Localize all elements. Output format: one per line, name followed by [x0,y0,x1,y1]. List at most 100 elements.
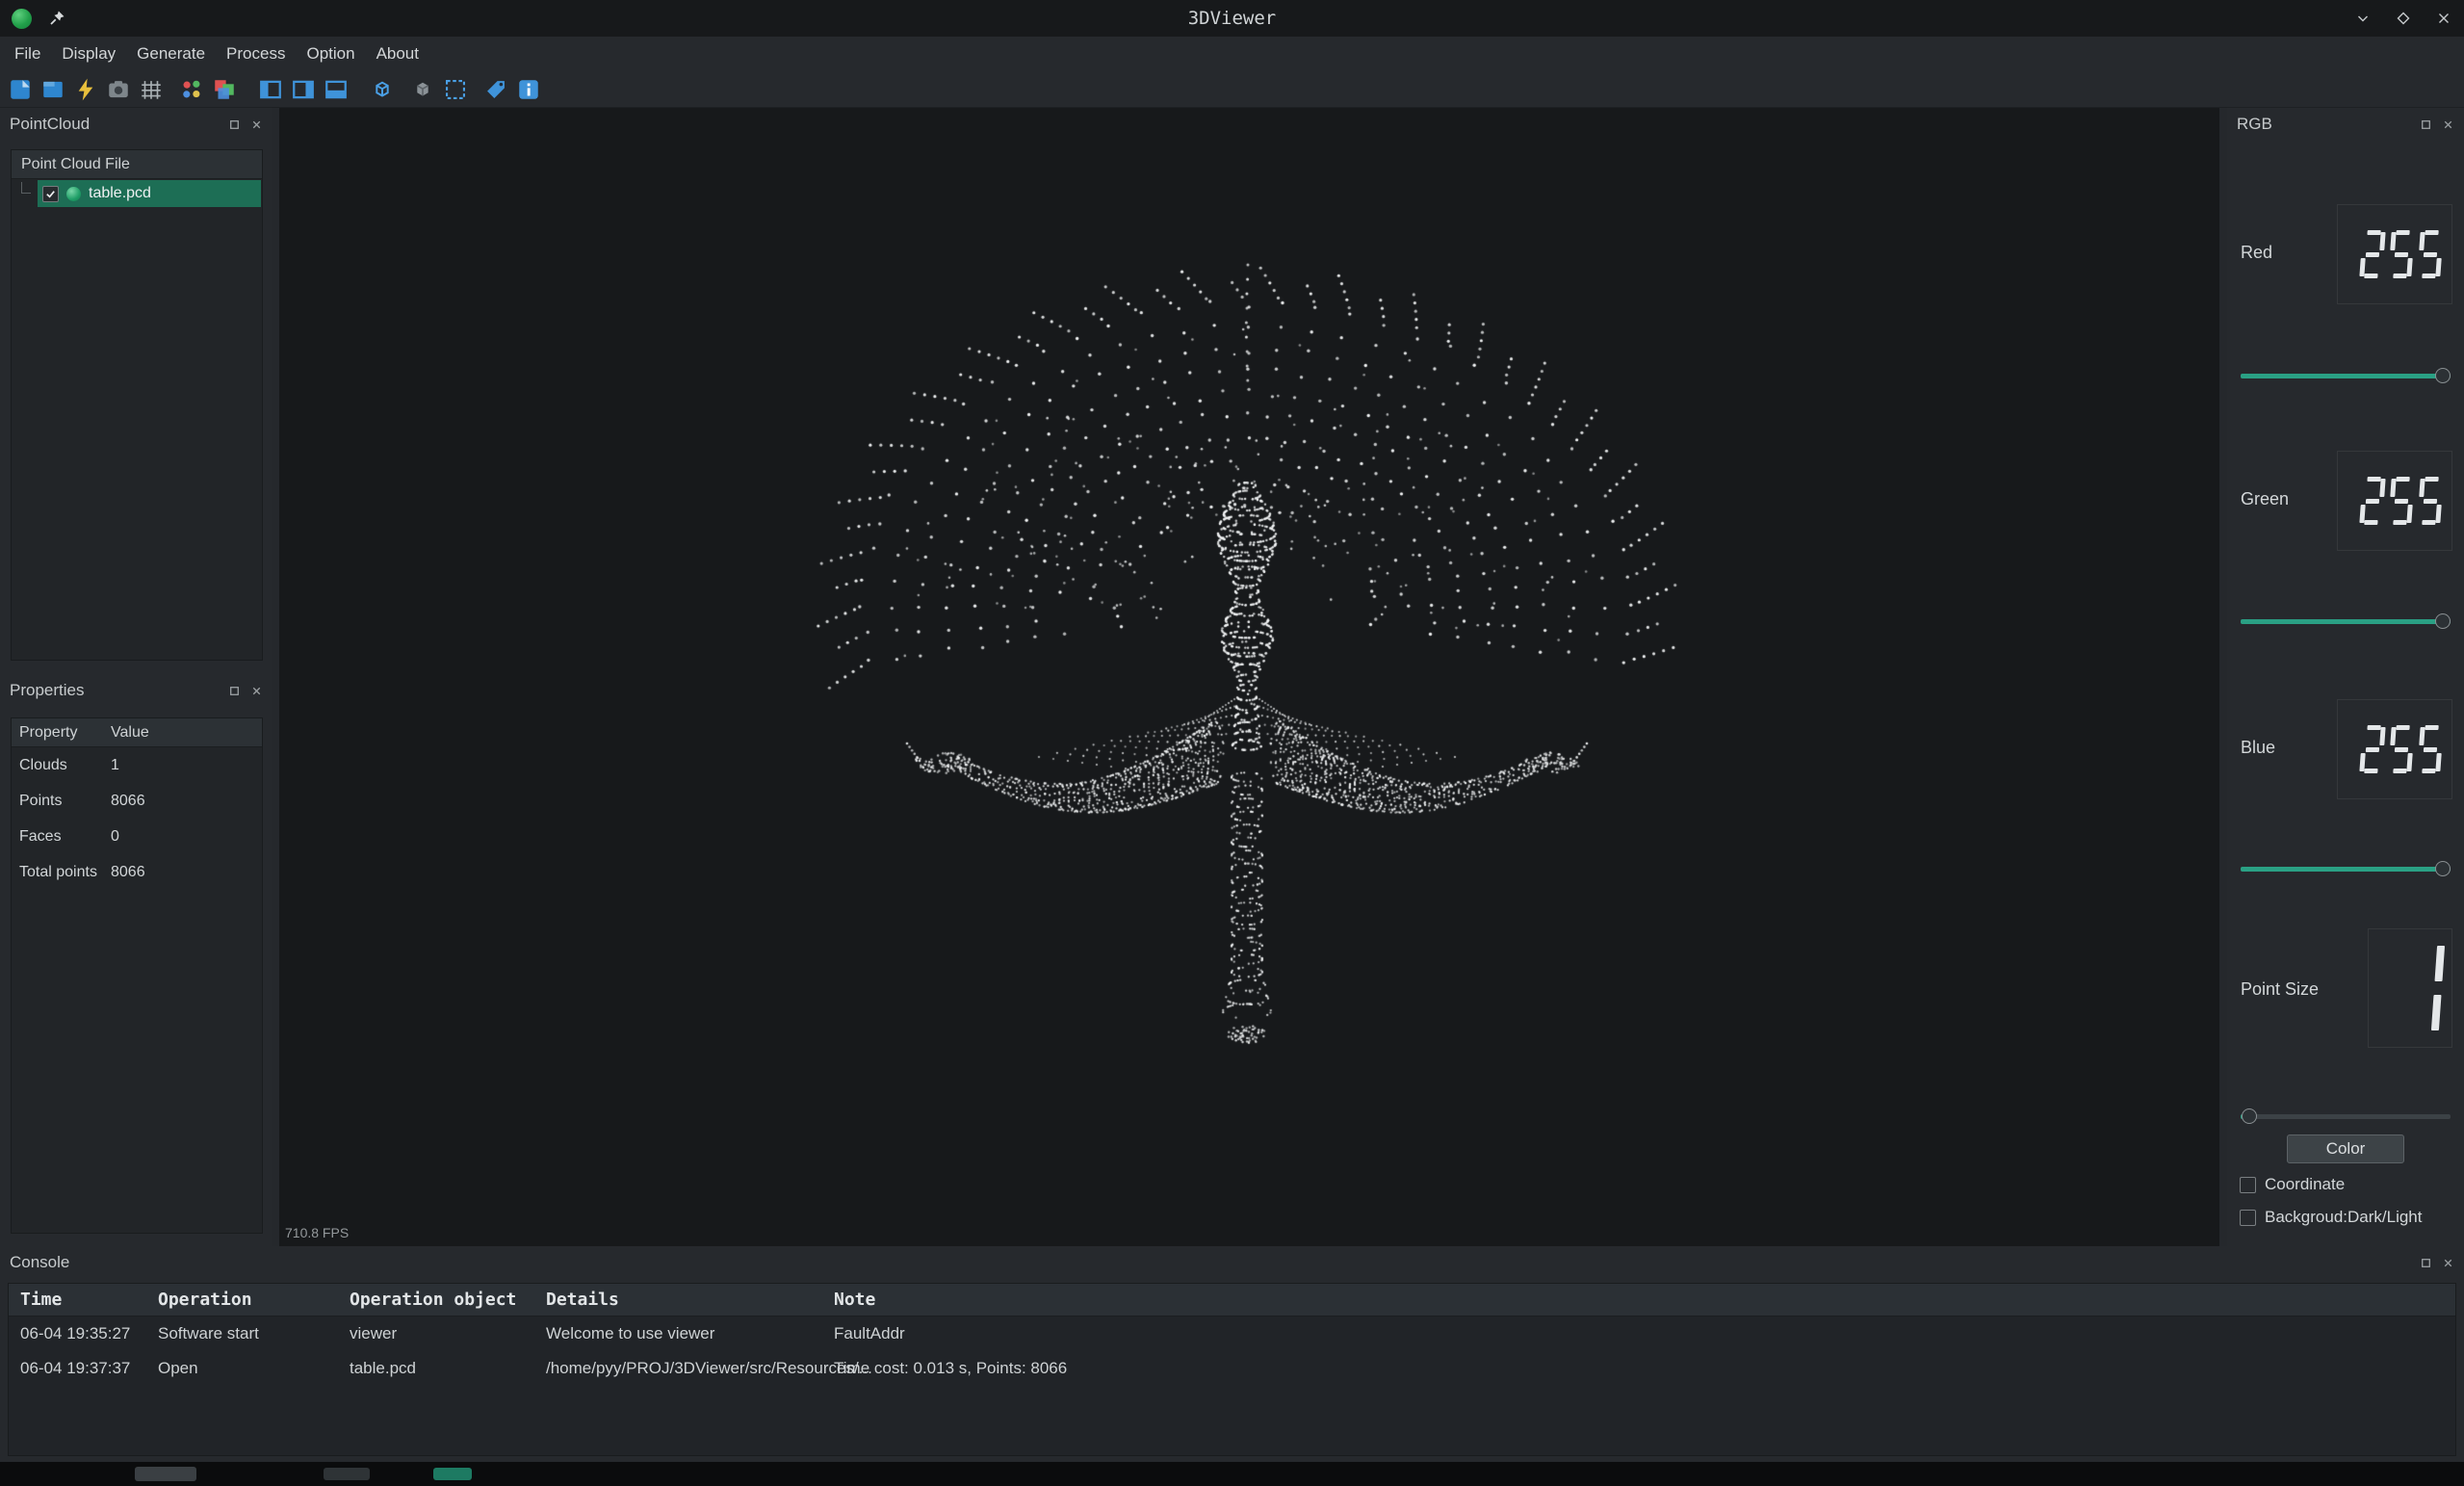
green-slider[interactable] [2241,613,2451,630]
console-row-1[interactable]: 06-04 19:35:27 Software start viewer Wel… [9,1317,2455,1351]
background-checkbox-row[interactable]: Backgroud:Dark/Light [2240,1206,2422,1229]
color-button[interactable]: Color [2287,1134,2404,1163]
palette-icon [212,77,237,102]
console-cell-note: Time cost: 0.013 s, Points: 8066 [834,1359,2455,1378]
console-column-time[interactable]: Time [20,1290,158,1310]
close-panel-icon[interactable] [2442,118,2454,131]
open-file-button[interactable] [39,75,67,104]
menu-generate[interactable]: Generate [126,37,216,71]
background-checkbox-label: Backgroud:Dark/Light [2265,1208,2422,1227]
coordinate-checkbox-label: Coordinate [2265,1175,2345,1194]
toolbar [0,71,2464,108]
taskbar-item[interactable] [433,1468,472,1480]
close-panel-icon[interactable] [250,685,263,697]
new-pointcloud-button[interactable] [6,75,35,104]
console-column-operation[interactable]: Operation [158,1290,350,1310]
tree-header: Point Cloud File [12,150,262,179]
point-cloud-canvas [279,108,2219,1246]
menu-display[interactable]: Display [51,37,126,71]
rgb-panel: RGB Red Green Blue Point Size Color C [2227,108,2464,1246]
properties-panel-header: Properties [0,674,272,707]
blue-slider-handle[interactable] [2435,861,2451,876]
menu-about[interactable]: About [366,37,429,71]
property-value: 0 [111,828,262,846]
blue-slider-track [2241,867,2451,872]
item-label: table.pcd [89,185,151,202]
console-row-2[interactable]: 06-04 19:37:37 Open table.pcd /home/pyy/… [9,1351,2455,1386]
console-cell-object: viewer [350,1324,546,1343]
box-3d-button[interactable] [408,75,437,104]
console-column-object[interactable]: Operation object [350,1290,546,1310]
edit-draw-button[interactable] [71,75,100,104]
selection-area-icon [443,77,468,102]
property-value: 8066 [111,864,262,881]
title-bar: 3DViewer [0,0,2464,37]
info-button[interactable] [514,75,543,104]
menu-option[interactable]: Option [296,37,365,71]
float-panel-icon[interactable] [2420,118,2432,131]
properties-panel-title: Properties [10,681,84,700]
property-name: Points [19,793,111,810]
palette-button[interactable] [210,75,239,104]
green-slider-handle[interactable] [2435,613,2451,629]
menu-process[interactable]: Process [216,37,296,71]
red-slider[interactable] [2241,367,2451,384]
green-lcd-display [2337,451,2452,551]
view-right-pane-button[interactable] [289,75,318,104]
selection-area-button[interactable] [441,75,470,104]
pin-icon[interactable] [47,9,66,28]
cube-3d-icon [370,77,395,102]
color-points-button[interactable] [177,75,206,104]
blue-slider[interactable] [2241,860,2451,877]
taskbar-item[interactable] [135,1467,196,1481]
point-size-slider[interactable] [2241,1108,2451,1125]
float-panel-icon[interactable] [2420,1257,2432,1269]
point-size-label: Point Size [2241,979,2319,1000]
console-column-note[interactable]: Note [834,1290,2455,1310]
background-checkbox[interactable] [2240,1210,2256,1226]
red-label: Red [2241,243,2272,263]
float-panel-icon[interactable] [228,118,241,131]
console-column-details[interactable]: Details [546,1290,834,1310]
rgb-panel-header: RGB [2227,108,2464,141]
close-panel-icon[interactable] [250,118,263,131]
menu-file[interactable]: File [4,37,51,71]
property-name: Faces [19,828,111,846]
console-cell-time: 06-04 19:35:27 [20,1324,158,1343]
snapshot-button[interactable] [104,75,133,104]
coordinate-checkbox-row[interactable]: Coordinate [2240,1173,2345,1196]
mesh-grid-icon [139,77,164,102]
console-cell-time: 06-04 19:37:37 [20,1359,158,1378]
point-size-slider-handle[interactable] [2242,1108,2257,1124]
red-slider-handle[interactable] [2435,368,2451,383]
viewport-3d[interactable]: 710.8 FPS [279,108,2219,1246]
shade-window-icon[interactable] [2354,10,2372,27]
close-panel-icon[interactable] [2442,1257,2454,1269]
properties-panel: Properties Property Value Clouds 1 Point… [0,674,272,1246]
coordinate-checkbox[interactable] [2240,1177,2256,1193]
item-checkbox[interactable] [42,186,59,202]
cube-3d-button[interactable] [368,75,397,104]
tree-branch-line [21,182,31,194]
property-row-faces: Faces 0 [12,819,262,854]
app-icon [12,9,32,29]
view-left-pane-button[interactable] [256,75,285,104]
console-cell-note: FaultAddr [834,1324,2455,1343]
tag-button[interactable] [481,75,510,104]
open-file-icon [40,77,65,102]
red-lcd-display [2337,204,2452,304]
taskbar-item[interactable] [324,1468,370,1480]
mesh-grid-button[interactable] [137,75,166,104]
blue-label: Blue [2241,738,2275,758]
property-column-header: Property [19,724,111,742]
console-cell-operation: Open [158,1359,350,1378]
float-panel-icon[interactable] [228,685,241,697]
console-cell-operation: Software start [158,1324,350,1343]
box-3d-icon [410,77,435,102]
maximize-window-icon[interactable] [2395,10,2412,27]
tree-item-table-pcd[interactable]: table.pcd [38,180,261,207]
property-value: 8066 [111,793,262,810]
new-pointcloud-icon [8,77,33,102]
close-window-icon[interactable] [2435,10,2452,27]
view-bottom-pane-button[interactable] [322,75,350,104]
